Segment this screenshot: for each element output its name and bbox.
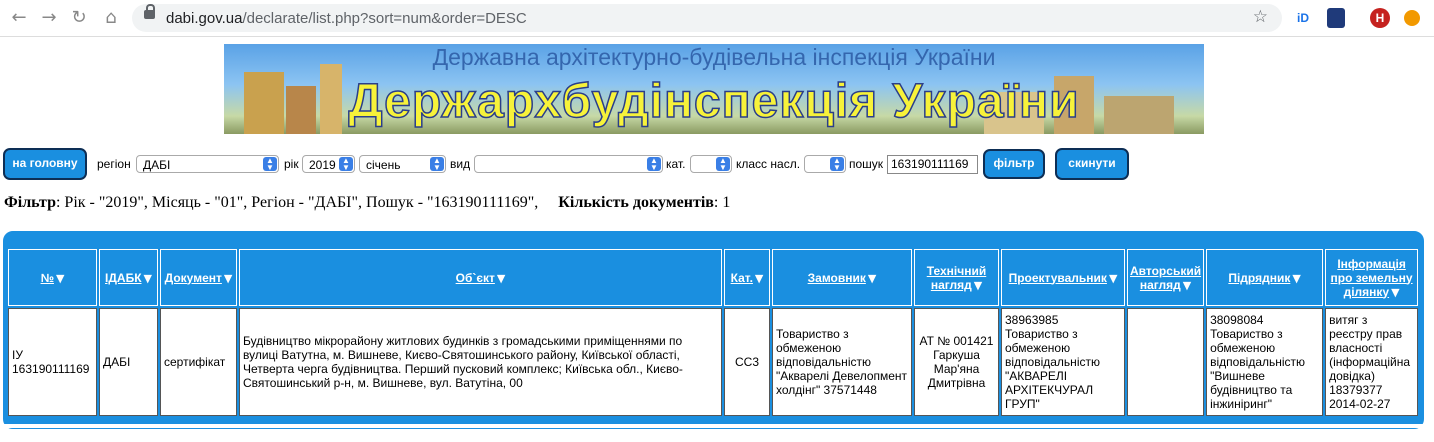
- address-bar[interactable]: dabi.gov.ua/declarate/list.php?sort=num&…: [132, 4, 1282, 32]
- sort-arrow-icon[interactable]: ▼: [868, 272, 876, 285]
- extension-orange-icon[interactable]: [1404, 10, 1420, 26]
- cell-contractor: 38098084 Товариство з обмеженою відповід…: [1206, 308, 1324, 416]
- column-header-customer[interactable]: Замовник ▼: [772, 249, 912, 306]
- type-label: вид: [450, 157, 471, 171]
- sort-arrow-icon[interactable]: ▼: [224, 272, 232, 285]
- back-arrow-icon[interactable]: ←: [8, 7, 30, 29]
- table-row: ІУ 163190111169 ДАБІ сертифікат Будівниц…: [8, 308, 1419, 416]
- lock-icon: [144, 4, 155, 19]
- reset-button[interactable]: скинути: [1055, 148, 1129, 180]
- column-header-technical-supervision[interactable]: Технічний нагляд ▼: [914, 249, 999, 306]
- search-label: пошук: [849, 157, 884, 171]
- sort-arrow-icon[interactable]: ▼: [755, 272, 763, 285]
- results-table: № ▼ ІДАБК ▼ Документ ▼ Об`єкт ▼ Кат. ▼ Замовн…: [6, 247, 1420, 418]
- region-label: регіон: [97, 157, 131, 171]
- year-select[interactable]: 2019 ▲ ▼: [302, 155, 355, 173]
- filter-summary: Фільтр: Рік - "2019", Місяць - "01", Рег…: [4, 194, 731, 211]
- sort-arrow-icon[interactable]: ▼: [1183, 279, 1191, 292]
- reload-icon[interactable]: ↻: [68, 7, 90, 29]
- sort-arrow-icon[interactable]: ▼: [1109, 272, 1117, 285]
- select-arrows-icon: ▲ ▼: [830, 157, 844, 172]
- banner-subtitle: Державна архітектурно-будівельна інспекц…: [432, 44, 996, 70]
- url-text: dabi.gov.ua/declarate/list.php?sort=num&…: [166, 10, 527, 27]
- select-arrows-icon: ▲ ▼: [339, 157, 353, 172]
- class-label: класс насл.: [736, 157, 801, 171]
- table-footer: [4, 424, 1423, 428]
- column-header-idabk[interactable]: ІДАБК ▼: [99, 249, 158, 306]
- home-button[interactable]: на головну: [3, 148, 87, 180]
- cell-idabk: ДАБІ: [99, 308, 158, 416]
- column-header-land-info[interactable]: Інформація про земельну ділянку ▼: [1325, 249, 1419, 306]
- region-select[interactable]: ДАБІ ▲ ▼: [136, 155, 279, 173]
- cell-object: Будівництво мікрорайону житлових будинкі…: [239, 308, 722, 416]
- column-header-contractor[interactable]: Підрядник ▼: [1206, 249, 1324, 306]
- cell-customer: Товариство з обмеженою відповідальністю …: [772, 308, 912, 416]
- browser-toolbar: ← → ↻ ⌂ dabi.gov.ua/declarate/list.php?s…: [0, 0, 1434, 37]
- select-arrows-icon: ▲ ▼: [263, 157, 277, 172]
- extension-id-icon[interactable]: iD: [1293, 8, 1313, 28]
- sort-arrow-icon[interactable]: ▼: [1391, 286, 1399, 299]
- forward-arrow-icon[interactable]: →: [38, 7, 60, 29]
- filter-button[interactable]: фільтр: [983, 149, 1045, 179]
- results-table-container: № ▼ ІДАБК ▼ Документ ▼ Об`єкт ▼ Кат. ▼ Замовн…: [3, 231, 1424, 429]
- site-banner: Державна архітектурно-будівельна інспекц…: [224, 44, 1204, 134]
- type-select[interactable]: ▲ ▼: [474, 155, 663, 173]
- cell-document: сертифікат: [160, 308, 237, 416]
- sort-arrow-icon[interactable]: ▼: [56, 272, 64, 285]
- cell-land-info: витяг з реєстру прав власності (інформац…: [1325, 308, 1419, 416]
- sort-arrow-icon[interactable]: ▼: [144, 272, 152, 285]
- year-label: рік: [284, 157, 299, 171]
- profile-avatar[interactable]: H: [1370, 8, 1390, 28]
- cell-designer: 38963985 Товариство з обмеженою відповід…: [1001, 308, 1125, 416]
- select-arrows-icon: ▲ ▼: [716, 157, 730, 172]
- class-select[interactable]: ▲ ▼: [804, 155, 846, 173]
- bookmark-star-icon[interactable]: ☆: [1253, 7, 1268, 27]
- cell-author-supervision: [1127, 308, 1205, 416]
- column-header-designer[interactable]: Проектувальник ▼: [1001, 249, 1125, 306]
- sort-arrow-icon[interactable]: ▼: [1292, 272, 1300, 285]
- cell-category: СС3: [724, 308, 770, 416]
- cell-technical-supervision: АТ № 001421 Гаркуша Мар'яна Дмитрівна: [914, 308, 999, 416]
- category-select[interactable]: ▲ ▼: [690, 155, 732, 173]
- column-header-object[interactable]: Об`єкт ▼: [239, 249, 722, 306]
- banner-title: Держархбудінспекція України: [348, 74, 1080, 129]
- search-input[interactable]: 163190111169: [887, 155, 978, 174]
- select-arrows-icon: ▲ ▼: [647, 157, 661, 172]
- column-header-author-supervision[interactable]: Авторський нагляд ▼: [1127, 249, 1205, 306]
- column-header-category[interactable]: Кат. ▼: [724, 249, 770, 306]
- home-icon[interactable]: ⌂: [100, 7, 122, 29]
- column-header-number[interactable]: № ▼: [8, 249, 97, 306]
- category-label: кат.: [666, 157, 686, 171]
- extension-icon[interactable]: [1327, 8, 1345, 28]
- month-select[interactable]: січень ▲ ▼: [359, 155, 446, 173]
- cell-number: ІУ 163190111169: [8, 308, 97, 416]
- sort-arrow-icon[interactable]: ▼: [974, 279, 982, 292]
- select-arrows-icon: ▲ ▼: [430, 157, 444, 172]
- column-header-document[interactable]: Документ ▼: [160, 249, 237, 306]
- sort-arrow-icon[interactable]: ▼: [497, 272, 505, 285]
